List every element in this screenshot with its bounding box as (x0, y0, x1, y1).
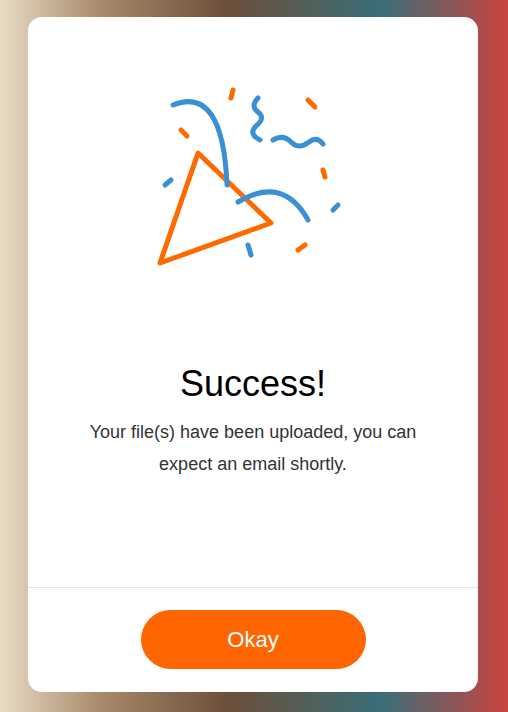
success-dialog: Success! Your file(s) have been uploaded,… (28, 17, 478, 692)
dialog-title: Success! (180, 362, 326, 406)
background-photo: Success! Your file(s) have been uploaded,… (0, 0, 508, 712)
page: Success! Your file(s) have been uploaded,… (0, 0, 508, 712)
dialog-footer: Okay (28, 588, 478, 692)
party-popper-icon (153, 80, 353, 280)
dialog-body: Success! Your file(s) have been uploaded,… (28, 17, 478, 587)
divider (28, 587, 478, 588)
okay-button[interactable]: Okay (141, 610, 366, 669)
dialog-message: Your file(s) have been uploaded, you can… (58, 416, 448, 480)
